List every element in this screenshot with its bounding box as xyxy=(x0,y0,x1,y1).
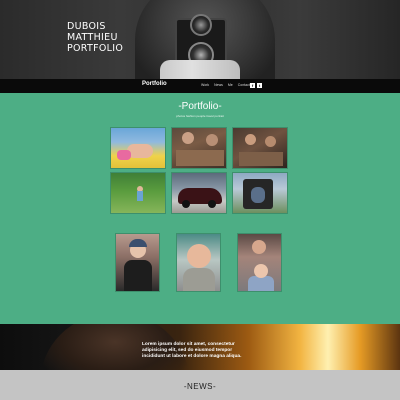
photo-detail xyxy=(137,191,143,201)
photo-detail xyxy=(248,276,274,291)
portfolio-photo-family-dinner[interactable] xyxy=(232,127,288,169)
hero-title-line: PORTFOLIO xyxy=(67,43,124,54)
portfolio-section: -Portfolio- photos fashion people travel… xyxy=(0,93,400,324)
photo-detail xyxy=(182,200,190,208)
twitter-icon[interactable]: t xyxy=(257,83,262,88)
page: DUBOIS MATTHIEU PORTFOLIO Portfolio Work… xyxy=(0,0,400,400)
photo-detail xyxy=(239,152,283,166)
hero-banner: DUBOIS MATTHIEU PORTFOLIO xyxy=(0,0,400,79)
photo-detail xyxy=(176,150,224,166)
portfolio-photo-toddler-hat[interactable] xyxy=(115,233,160,292)
nav-link-work[interactable]: Work xyxy=(201,83,209,87)
news-section: -NEWS- xyxy=(0,370,400,400)
portfolio-photo-vintage-car[interactable] xyxy=(171,172,227,214)
photo-detail xyxy=(254,264,268,278)
portfolio-title: -Portfolio- xyxy=(178,101,222,112)
facebook-icon[interactable]: f xyxy=(250,83,255,88)
nav-link-contact[interactable]: Contact xyxy=(238,83,250,87)
hero-title: DUBOIS MATTHIEU PORTFOLIO xyxy=(67,21,123,54)
hero-title-line: DUBOIS xyxy=(67,21,106,32)
photo-detail xyxy=(183,268,215,291)
banner-text: Lorem ipsum dolor sit amet, consectetur … xyxy=(142,342,242,359)
camera-lens-top xyxy=(190,14,212,36)
photo-detail xyxy=(206,134,218,146)
portfolio-photo-baby-portrait[interactable] xyxy=(176,233,221,292)
navbar: Portfolio Work News Me Contact f t xyxy=(0,79,400,93)
portfolio-photo-family-table[interactable] xyxy=(171,127,227,169)
portfolio-photo-child-grass[interactable] xyxy=(110,172,166,214)
photo-detail xyxy=(182,132,194,144)
hands-image xyxy=(160,60,240,79)
nav-links: Work News Me Contact xyxy=(201,83,250,87)
nav-brand[interactable]: Portfolio xyxy=(142,81,167,87)
portfolio-photo-mother-baby[interactable] xyxy=(237,233,282,292)
photo-detail xyxy=(187,244,211,268)
hero-title-line: MATTHIEU xyxy=(67,32,118,43)
portfolio-photo-car-trunk[interactable] xyxy=(232,172,288,214)
news-title: -NEWS- xyxy=(183,382,217,391)
portfolio-subtitle: photos fashion people travel portrait xyxy=(176,114,224,118)
photo-detail xyxy=(117,150,131,160)
photo-detail xyxy=(252,240,266,254)
social-links: f t xyxy=(250,83,262,88)
photo-detail xyxy=(265,136,276,147)
photo-detail xyxy=(245,134,256,145)
quote-banner: Lorem ipsum dolor sit amet, consectetur … xyxy=(0,324,400,370)
photo-detail xyxy=(251,187,265,203)
nav-link-news[interactable]: News xyxy=(214,83,223,87)
nav-link-me[interactable]: Me xyxy=(228,83,233,87)
photo-detail xyxy=(129,239,147,247)
photo-detail xyxy=(124,260,152,291)
photo-detail xyxy=(208,200,216,208)
portfolio-photo-baby-playing[interactable] xyxy=(110,127,166,169)
